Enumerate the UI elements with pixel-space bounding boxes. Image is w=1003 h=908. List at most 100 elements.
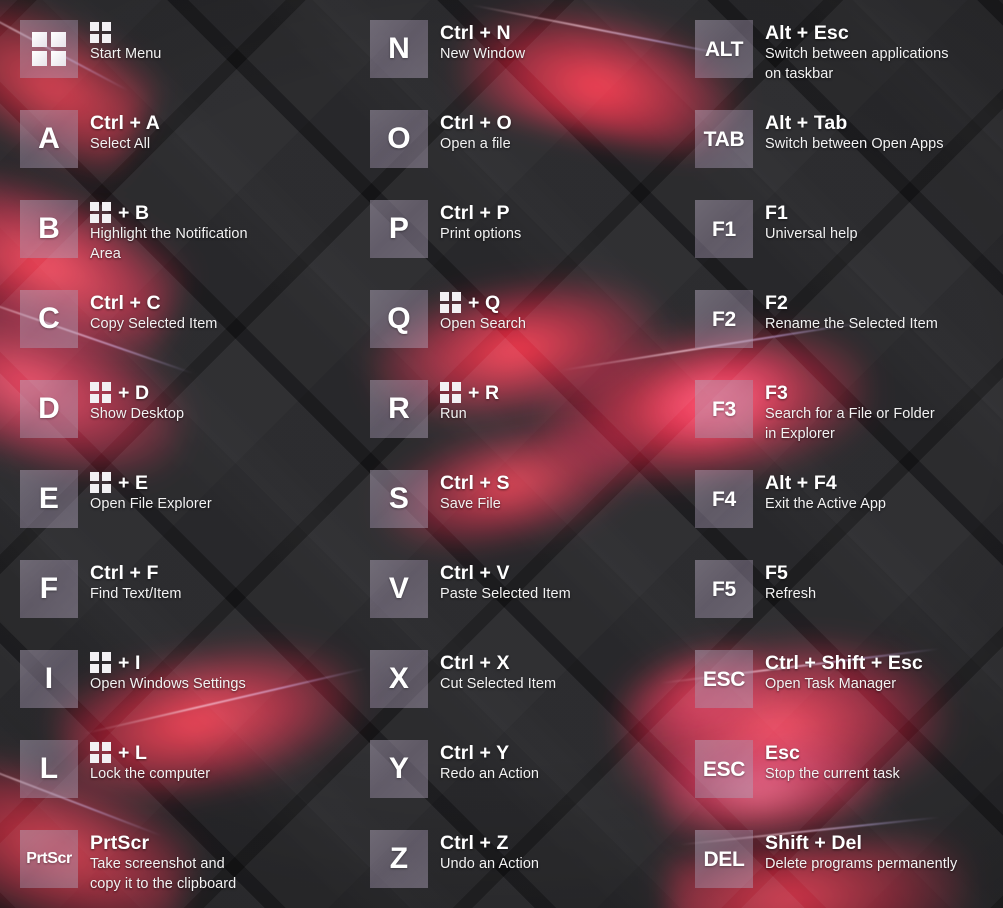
shortcut-row[interactable]: A Ctrl + A Select All [20, 110, 160, 168]
shortcut-row[interactable]: ALT Alt + Esc Switch between applications o… [695, 20, 949, 84]
key-tile-v[interactable]: V [370, 560, 428, 618]
shortcut-row[interactable]: X Ctrl + X Cut Selected Item [370, 650, 556, 708]
key-tile-c[interactable]: C [20, 290, 78, 348]
key-tile-esc[interactable]: ESC [695, 740, 753, 798]
key-tile-i[interactable]: I [20, 650, 78, 708]
shortcut-row[interactable]: D + D Show Desktop [20, 380, 184, 438]
shortcut-description: Show Desktop [90, 405, 184, 425]
shortcut-description: Search for a File or Folder in Explorer [765, 405, 935, 444]
shortcut-row[interactable]: L + L Lock the computer [20, 740, 210, 798]
shortcut-row[interactable]: Q + Q Open Search [370, 290, 526, 348]
shortcut-row[interactable]: N Ctrl + N New Window [370, 20, 525, 78]
key-tile-p[interactable]: P [370, 200, 428, 258]
shortcut-description: Rename the Selected Item [765, 315, 938, 335]
key-tile-y[interactable]: Y [370, 740, 428, 798]
key-tile-tab[interactable]: TAB [695, 110, 753, 168]
shortcut-title-text: Ctrl + X [440, 652, 510, 674]
key-tile-esc[interactable]: ESC [695, 650, 753, 708]
key-tile-d[interactable]: D [20, 380, 78, 438]
shortcut-description: Open Task Manager [765, 675, 923, 695]
key-tile-f[interactable]: F [20, 560, 78, 618]
shortcut-row[interactable]: PrtScr PrtScr Take screenshot and copy it t… [20, 830, 236, 894]
shortcut-text: Ctrl + N New Window [428, 20, 525, 65]
shortcut-description: Save File [440, 495, 510, 515]
shortcut-description-line: Switch between applications [765, 46, 949, 62]
key-tile-o[interactable]: O [370, 110, 428, 168]
shortcut-text: + D Show Desktop [78, 380, 184, 425]
key-tile-prtscr[interactable]: PrtScr [20, 830, 78, 888]
shortcut-text: + B Highlight the Notification Area [78, 200, 248, 264]
shortcut-title: Ctrl + C [90, 292, 217, 315]
key-tile-alt[interactable]: ALT [695, 20, 753, 78]
shortcut-row[interactable]: O Ctrl + O Open a file [370, 110, 512, 168]
key-tile-f4[interactable]: F4 [695, 470, 753, 528]
shortcut-row[interactable]: P Ctrl + P Print options [370, 200, 521, 258]
shortcut-title: Alt + F4 [765, 472, 886, 495]
shortcut-row[interactable]: ESC Esc Stop the current task [695, 740, 900, 798]
key-tile-f1[interactable]: F1 [695, 200, 753, 258]
shortcut-row[interactable]: DEL Shift + Del Delete programs permanentl… [695, 830, 957, 888]
key-tile-s[interactable]: S [370, 470, 428, 528]
key-tile-q[interactable]: Q [370, 290, 428, 348]
shortcut-description-line: copy it to the clipboard [90, 875, 237, 892]
shortcut-row[interactable]: Y Ctrl + Y Redo an Action [370, 740, 539, 798]
key-tile-x[interactable]: X [370, 650, 428, 708]
shortcut-description: Refresh [765, 585, 816, 605]
shortcut-row[interactable]: E + E Open File Explorer [20, 470, 212, 528]
shortcut-title-text: F1 [765, 202, 788, 224]
shortcut-row[interactable]: S Ctrl + S Save File [370, 470, 510, 528]
shortcut-row[interactable]: R + R Run [370, 380, 499, 438]
shortcut-title: F1 [765, 202, 858, 225]
shortcut-description-line: Open Task Manager [765, 676, 897, 692]
shortcut-row[interactable]: F4 Alt + F4 Exit the Active App [695, 470, 886, 528]
key-tile-del[interactable]: DEL [695, 830, 753, 888]
shortcut-description: Start Menu [90, 45, 161, 65]
key-tile-n[interactable]: N [370, 20, 428, 78]
shortcut-row[interactable]: C Ctrl + C Copy Selected Item [20, 290, 217, 348]
key-tile-label: B [38, 212, 60, 245]
shortcut-row[interactable]: TAB Alt + Tab Switch between Open Apps [695, 110, 944, 168]
shortcut-description: Select All [90, 135, 160, 155]
key-tile-label: E [38, 482, 60, 515]
shortcut-title-text: + L [118, 742, 148, 764]
shortcut-title: + E [90, 472, 212, 495]
key-tile-win-logo[interactable] [20, 20, 78, 78]
shortcut-row[interactable]: ESC Ctrl + Shift + Esc Open Task Manager [695, 650, 923, 708]
key-tile-label: F4 [712, 487, 736, 511]
windows-logo-icon [90, 202, 111, 223]
shortcut-row[interactable]: I + I Open Windows Settings [20, 650, 246, 708]
shortcut-description-line: Find Text/Item [90, 586, 182, 602]
key-tile-label: F [39, 572, 59, 605]
shortcut-text: Shift + Del Delete programs permanently [753, 830, 957, 875]
shortcut-row[interactable]: F5 F5 Refresh [695, 560, 816, 618]
key-tile-l[interactable]: L [20, 740, 78, 798]
shortcut-title-text: Ctrl + Shift + Esc [765, 652, 923, 674]
shortcut-text: Ctrl + X Cut Selected Item [428, 650, 556, 695]
shortcut-row[interactable]: F Ctrl + F Find Text/Item [20, 560, 182, 618]
shortcut-description: Undo an Action [440, 855, 539, 875]
shortcut-description: Open Windows Settings [90, 675, 246, 695]
shortcut-row[interactable]: Z Ctrl + Z Undo an Action [370, 830, 539, 888]
key-tile-z[interactable]: Z [370, 830, 428, 888]
shortcut-grid: Start Menu A Ctrl + A Select All B + B Highlig… [0, 0, 1003, 908]
shortcut-title-text: + I [118, 652, 141, 674]
key-tile-f5[interactable]: F5 [695, 560, 753, 618]
key-tile-a[interactable]: A [20, 110, 78, 168]
shortcut-row[interactable]: Start Menu [20, 20, 161, 78]
key-tile-f3[interactable]: F3 [695, 380, 753, 438]
shortcut-row[interactable]: B + B Highlight the Notification Area [20, 200, 248, 264]
shortcut-row[interactable]: F3 F3 Search for a File or Folder in Explor… [695, 380, 935, 444]
shortcut-title-text: Alt + Tab [765, 112, 848, 134]
shortcut-row[interactable]: V Ctrl + V Paste Selected Item [370, 560, 571, 618]
shortcut-description-line: Show Desktop [90, 406, 185, 422]
key-tile-r[interactable]: R [370, 380, 428, 438]
shortcut-row[interactable]: F2 F2 Rename the Selected Item [695, 290, 938, 348]
shortcut-description-line: Highlight the Notification [90, 226, 248, 242]
shortcut-description-line: Stop the current task [765, 766, 900, 782]
key-tile-b[interactable]: B [20, 200, 78, 258]
key-tile-e[interactable]: E [20, 470, 78, 528]
shortcut-description-line: Area [90, 245, 121, 262]
key-tile-f2[interactable]: F2 [695, 290, 753, 348]
shortcut-text: F3 Search for a File or Folder in Explorer [753, 380, 935, 444]
shortcut-row[interactable]: F1 F1 Universal help [695, 200, 858, 258]
